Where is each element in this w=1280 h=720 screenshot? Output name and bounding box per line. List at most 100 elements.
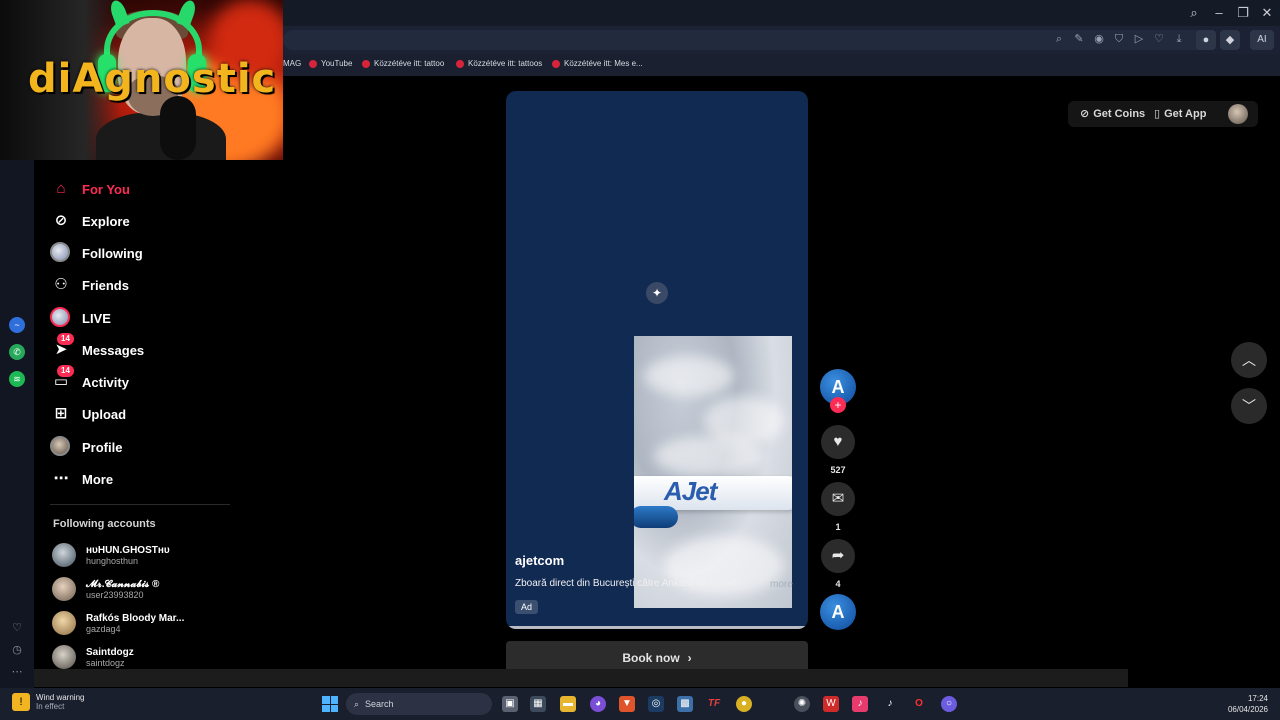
minimize-button[interactable]: – <box>1210 4 1228 22</box>
opera-icon[interactable]: O <box>911 696 927 712</box>
video-frame: AJet <box>634 336 792 608</box>
tiktok-icon[interactable]: ♪ <box>882 696 898 712</box>
whatsapp-icon[interactable]: ✆ <box>9 344 25 360</box>
video-description: Zboară direct din București către Ankara… <box>515 578 741 589</box>
sparkle-icon[interactable]: ✦ <box>646 282 668 304</box>
bookmark-pinterest-3[interactable]: Közzétéve itt: Mes e... <box>552 59 643 68</box>
account-item[interactable]: Rafkós Bloody Mar... gazdag4 <box>52 608 184 638</box>
music-disc-icon[interactable]: A <box>820 594 856 630</box>
search-icon[interactable]: ⌕ <box>1185 4 1203 22</box>
video-player[interactable]: ✦ AJet ajetcom Zboară direct din Bucureș… <box>506 91 808 629</box>
play-icon[interactable]: ▷ <box>1132 32 1146 46</box>
bookmark-youtube[interactable]: YouTube <box>309 59 352 68</box>
download-icon[interactable]: ⤓ <box>1172 32 1186 46</box>
engine-image <box>634 506 678 528</box>
chevron-up-icon: ︿ <box>1242 352 1256 368</box>
chatgpt-icon[interactable]: ✺ <box>794 696 810 712</box>
edit-icon[interactable]: ✎ <box>1072 32 1086 46</box>
heart-icon[interactable]: ♡ <box>1152 32 1166 46</box>
messenger-icon[interactable]: ~ <box>9 317 25 333</box>
pinterest-icon <box>456 59 464 68</box>
shield-icon[interactable]: ⛉ <box>1112 32 1126 46</box>
account-name: Rafkós Bloody Mar... <box>86 612 185 624</box>
share-button[interactable]: ➦ <box>821 539 855 573</box>
restore-button[interactable]: ❐ <box>1234 4 1252 22</box>
nav-activity[interactable]: ▭ 14 Activity <box>50 365 129 393</box>
follow-plus-icon[interactable]: + <box>830 397 846 413</box>
horizontal-scrollbar[interactable] <box>34 669 1128 687</box>
progress-bar[interactable] <box>506 626 808 629</box>
avatar <box>52 577 76 601</box>
bookmark-label: YouTube <box>321 59 353 68</box>
account-item[interactable]: Saintdogz saintdogz <box>52 642 134 672</box>
bookmark-pinterest-1[interactable]: Közzétéve itt: tattoo <box>362 59 444 68</box>
app-icon[interactable] <box>765 696 781 712</box>
tiktok-sidebar: ⌂ For You ⊘ Explore Following ⚇ Friends … <box>34 76 246 688</box>
comment-button[interactable]: ✉ <box>821 482 855 516</box>
streamer-logo: diAgnostic <box>28 56 277 102</box>
activity-badge: 14 <box>57 365 74 377</box>
clock-date: 06/04/2026 <box>1227 705 1268 714</box>
divider <box>50 504 230 505</box>
tiktok-app-icon[interactable]: ♪ <box>852 696 868 712</box>
more-link[interactable]: more <box>770 579 793 590</box>
task-view-icon[interactable]: ▣ <box>502 696 518 712</box>
next-video-button[interactable]: ﹀ <box>1231 388 1267 424</box>
nav-live[interactable]: LIVE <box>50 307 111 329</box>
profile-icon[interactable]: ● <box>1196 30 1216 50</box>
bookmark-pinterest-2[interactable]: Közzétéve itt: tattoos <box>456 59 542 68</box>
start-button[interactable] <box>322 696 338 712</box>
more-icon[interactable]: ⋯ <box>10 665 24 679</box>
nav-more[interactable]: ⋯ More <box>50 468 114 490</box>
nav-friends[interactable]: ⚇ Friends <box>50 274 129 296</box>
account-item[interactable]: 𝓜𝓻.𝓒𝓪𝓷𝓷𝓪𝓫𝓲𝓼 ® user23993820 <box>52 574 159 604</box>
spotify-icon[interactable]: ≋ <box>9 371 25 387</box>
nav-explore[interactable]: ⊘ Explore <box>50 210 130 232</box>
get-coins-button[interactable]: ⊘ Get Coins <box>1080 107 1145 121</box>
coin-app-icon[interactable]: ● <box>736 696 752 712</box>
nav-following[interactable]: Following <box>50 242 143 264</box>
like-button[interactable]: ♥ <box>821 425 855 459</box>
previous-video-button[interactable]: ︿ <box>1231 342 1267 378</box>
nav-profile[interactable]: Profile <box>50 436 122 458</box>
browser-sidebar: ~ ✆ ≋ ♡ ◷ ⋯ <box>0 76 34 688</box>
video-author[interactable]: ajetcom <box>515 553 564 568</box>
app-icon[interactable]: ▦ <box>530 696 546 712</box>
compass-icon: ⊘ <box>54 212 68 229</box>
avatar <box>50 242 72 264</box>
nav-upload[interactable]: ⊞ Upload <box>50 403 126 425</box>
discord-icon[interactable]: ◕ <box>590 696 606 712</box>
plus-square-icon: ⊞ <box>54 405 68 422</box>
youtube-icon <box>309 59 317 68</box>
bookmark-mag[interactable]: MAG <box>283 59 301 68</box>
weather-widget[interactable]: ! Wind warning In effect <box>12 693 84 711</box>
nav-label: More <box>82 471 114 487</box>
system-clock[interactable]: 17:24 06/04/2026 <box>1228 693 1268 715</box>
extension-icon[interactable]: ◆ <box>1220 30 1240 50</box>
more-icon: ⋯ <box>53 470 69 487</box>
steam-icon[interactable]: ◎ <box>648 696 664 712</box>
account-username: user23993820 <box>86 589 144 600</box>
account-item[interactable]: ʜᴜHUN.GHOSTʜᴜ hunghosthun <box>52 540 170 570</box>
heart-icon[interactable]: ♡ <box>10 621 24 635</box>
get-app-button[interactable]: ▯ Get App <box>1154 107 1206 121</box>
history-icon[interactable]: ◷ <box>10 643 24 657</box>
wps-icon[interactable]: W <box>823 696 839 712</box>
zoom-icon[interactable]: ⌕ <box>1052 32 1066 46</box>
tf-icon[interactable]: TF <box>706 696 722 712</box>
user-avatar[interactable] <box>1228 104 1248 124</box>
share-count: 4 <box>835 579 841 589</box>
nav-for-you[interactable]: ⌂ For You <box>50 178 129 200</box>
photos-icon[interactable]: ▩ <box>677 696 693 712</box>
app-icon[interactable]: ○ <box>941 696 957 712</box>
taskbar-search[interactable]: ⌕ Search <box>346 693 492 715</box>
camera-icon[interactable]: ◉ <box>1092 32 1106 46</box>
file-explorer-icon[interactable]: ▬ <box>560 696 576 712</box>
avatar <box>52 543 76 567</box>
close-button[interactable]: ✕ <box>1258 4 1276 22</box>
weather-subtitle: In effect <box>36 702 65 711</box>
like-count: 527 <box>830 465 846 475</box>
ai-button[interactable]: AI <box>1250 30 1274 50</box>
brave-icon[interactable]: ▼ <box>619 696 635 712</box>
nav-messages[interactable]: ➤ 14 Messages <box>50 333 144 361</box>
